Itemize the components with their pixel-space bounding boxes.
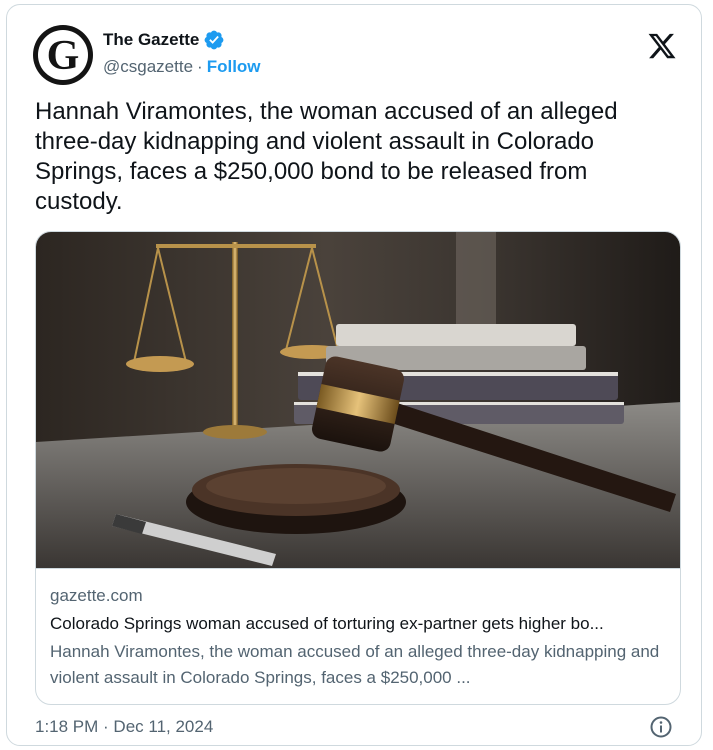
link-preview-card[interactable]: gazette.com Colorado Springs woman accus… [35, 231, 681, 705]
embedded-tweet-card: G The Gazette @csgazette · Follow Hannah… [6, 4, 702, 746]
info-icon[interactable] [649, 715, 673, 739]
tweet-timestamp[interactable]: 1:18 PM · Dec 11, 2024 [35, 717, 213, 736]
avatar[interactable]: G [33, 25, 93, 85]
author-handle[interactable]: @csgazette [103, 57, 193, 77]
link-preview-meta: gazette.com Colorado Springs woman accus… [36, 568, 680, 704]
tweet-footer: 1:18 PM · Dec 11, 2024 [35, 715, 673, 739]
link-description: Hannah Viramontes, the woman accused of … [50, 642, 660, 687]
follow-button[interactable]: Follow [207, 57, 261, 77]
tweet-text: Hannah Viramontes, the woman accused of … [35, 98, 618, 215]
handle-separator: · [197, 57, 203, 76]
author-display-name[interactable]: The Gazette [103, 30, 199, 50]
gazette-logo: G [46, 33, 80, 79]
tweet-header: G The Gazette @csgazette · Follow [33, 17, 681, 87]
link-title[interactable]: Colorado Springs woman accused of tortur… [50, 611, 668, 637]
article-image [36, 232, 680, 568]
author-block: The Gazette @csgazette · Follow [103, 29, 261, 77]
link-domain: gazette.com [50, 586, 143, 605]
x-logo-icon[interactable] [647, 31, 677, 61]
verified-badge-icon [204, 30, 224, 50]
